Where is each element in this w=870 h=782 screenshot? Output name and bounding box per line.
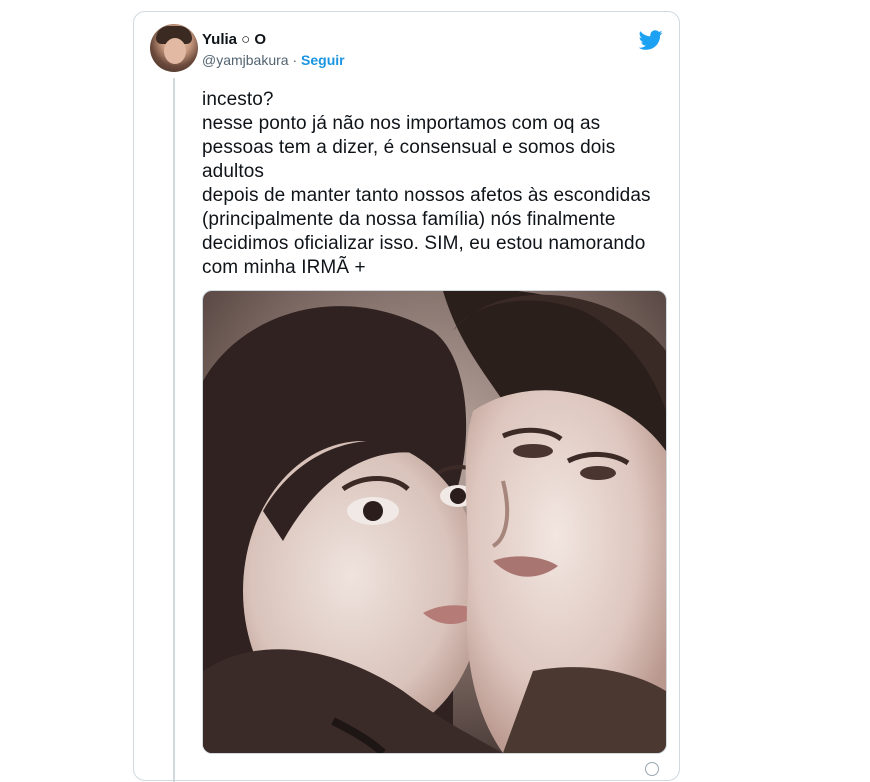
tweet-photo[interactable] bbox=[202, 290, 667, 754]
author-handle-row: @yamjbakura · Seguir bbox=[202, 52, 345, 68]
thread-line bbox=[173, 78, 175, 782]
tweet-card[interactable]: Yulia ○ O @yamjbakura · Seguir incesto? … bbox=[133, 11, 680, 782]
author-name[interactable]: Yulia ○ O bbox=[202, 31, 266, 48]
scroll-indicator bbox=[645, 762, 659, 776]
author-handle[interactable]: @yamjbakura bbox=[202, 52, 289, 68]
photo-of-two-people-icon bbox=[203, 291, 666, 753]
follow-button[interactable]: Seguir bbox=[301, 52, 345, 68]
avatar-face-shape bbox=[164, 38, 186, 64]
author-avatar[interactable] bbox=[150, 24, 198, 72]
twitter-bird-icon[interactable] bbox=[638, 28, 663, 52]
handle-separator: · bbox=[292, 52, 298, 68]
tweet-text: incesto? nesse ponto já não nos importam… bbox=[202, 89, 651, 278]
